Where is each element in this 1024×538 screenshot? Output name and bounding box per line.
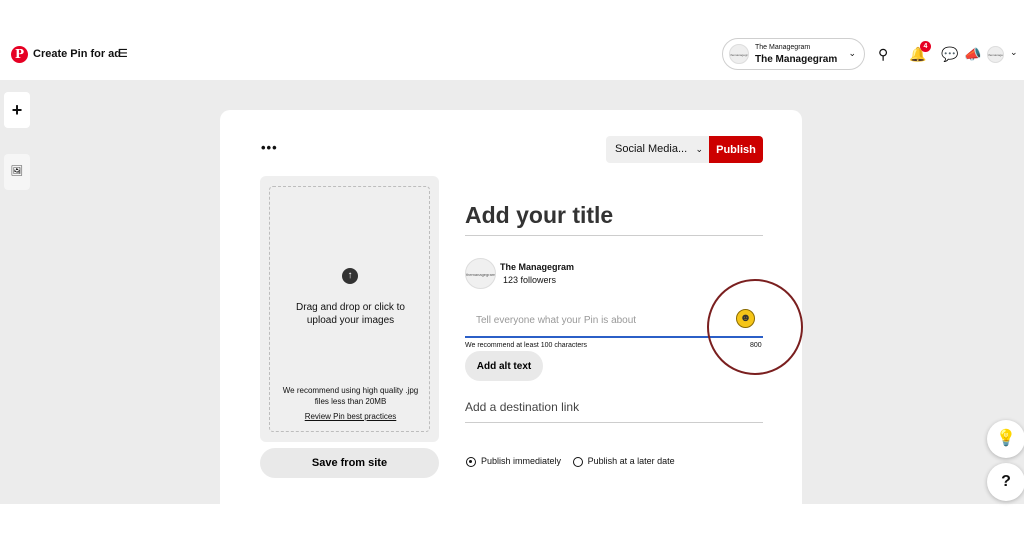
chevron-down-icon: ⌄ xyxy=(848,48,856,58)
publish-immediately-option[interactable]: Publish immediately xyxy=(466,456,561,467)
radio-selected[interactable] xyxy=(466,456,476,467)
account-name: The Managegram xyxy=(755,54,838,65)
chevron-down-icon[interactable]: ⌄ xyxy=(1010,47,1018,58)
user-avatar: themanagegram xyxy=(465,258,496,289)
notification-badge: 4 xyxy=(920,41,931,52)
chevron-down-icon: ⌄ xyxy=(695,144,703,154)
destination-link-input[interactable]: Add a destination link xyxy=(465,396,763,423)
lightbulb-icon[interactable]: 💡 xyxy=(987,420,1024,458)
help-button[interactable]: ? xyxy=(987,463,1024,501)
account-avatar: themanagegram xyxy=(729,44,749,64)
page-title: Create Pin for ad xyxy=(33,48,122,60)
character-count: 800 xyxy=(750,342,762,349)
account-switcher[interactable]: themanagegram The Managegram The Manageg… xyxy=(722,38,865,70)
upload-recommendation: We recommend using high quality .jpg fil… xyxy=(282,386,419,406)
upload-arrow-icon: ↑ xyxy=(342,268,358,284)
best-practices-link[interactable]: Review Pin best practices xyxy=(276,412,425,421)
add-alt-text-button[interactable]: Add alt text xyxy=(465,351,543,381)
board-select[interactable]: Social Media... ⌄ xyxy=(606,136,709,163)
publish-immediately-label: Publish immediately xyxy=(481,456,562,467)
top-header: P Create Pin for ad ☰ themanagegram The … xyxy=(0,30,1024,80)
account-name-small: The Managegram xyxy=(755,44,811,51)
page: P Create Pin for ad ☰ themanagegram The … xyxy=(0,0,1024,538)
add-pin-button[interactable]: + xyxy=(4,92,30,128)
upload-instruction: Drag and drop or click to upload your im… xyxy=(296,302,405,326)
upload-area[interactable]: ↑ Drag and drop or click to upload your … xyxy=(260,176,439,442)
chat-icon[interactable]: 💬 xyxy=(941,46,958,62)
character-recommendation: We recommend at least 100 characters xyxy=(465,342,588,349)
image-icon[interactable]: 🖼 xyxy=(4,154,30,190)
user-name: The Managegram xyxy=(500,262,575,272)
radio-unselected[interactable] xyxy=(572,456,583,467)
board-select-value: Social Media... xyxy=(615,143,688,155)
search-icon[interactable]: ⚲ xyxy=(878,46,888,62)
more-options-button[interactable]: ••• xyxy=(261,140,278,155)
publish-button[interactable]: Publish xyxy=(709,136,763,163)
publish-timing-options: Publish immediately Publish at a later d… xyxy=(466,456,684,470)
upload-dropzone[interactable]: ↑ Drag and drop or click to upload your … xyxy=(269,186,430,432)
follower-count: 123 followers xyxy=(503,275,557,285)
pinterest-logo-icon[interactable]: P xyxy=(11,46,28,63)
highlight-circle xyxy=(707,279,803,375)
hamburger-icon[interactable]: ☰ xyxy=(118,47,128,60)
title-input[interactable]: Add your title xyxy=(465,200,763,236)
publish-later-label: Publish at a later date xyxy=(587,456,675,467)
megaphone-icon[interactable]: 📣 xyxy=(964,46,981,62)
create-pin-card: ••• Social Media... ⌄ Publish ↑ Drag and… xyxy=(220,110,803,504)
publish-later-option[interactable]: Publish at a later date xyxy=(572,456,675,467)
avatar[interactable]: themanagegram xyxy=(987,46,1004,63)
save-from-site-button[interactable]: Save from site xyxy=(260,448,439,478)
